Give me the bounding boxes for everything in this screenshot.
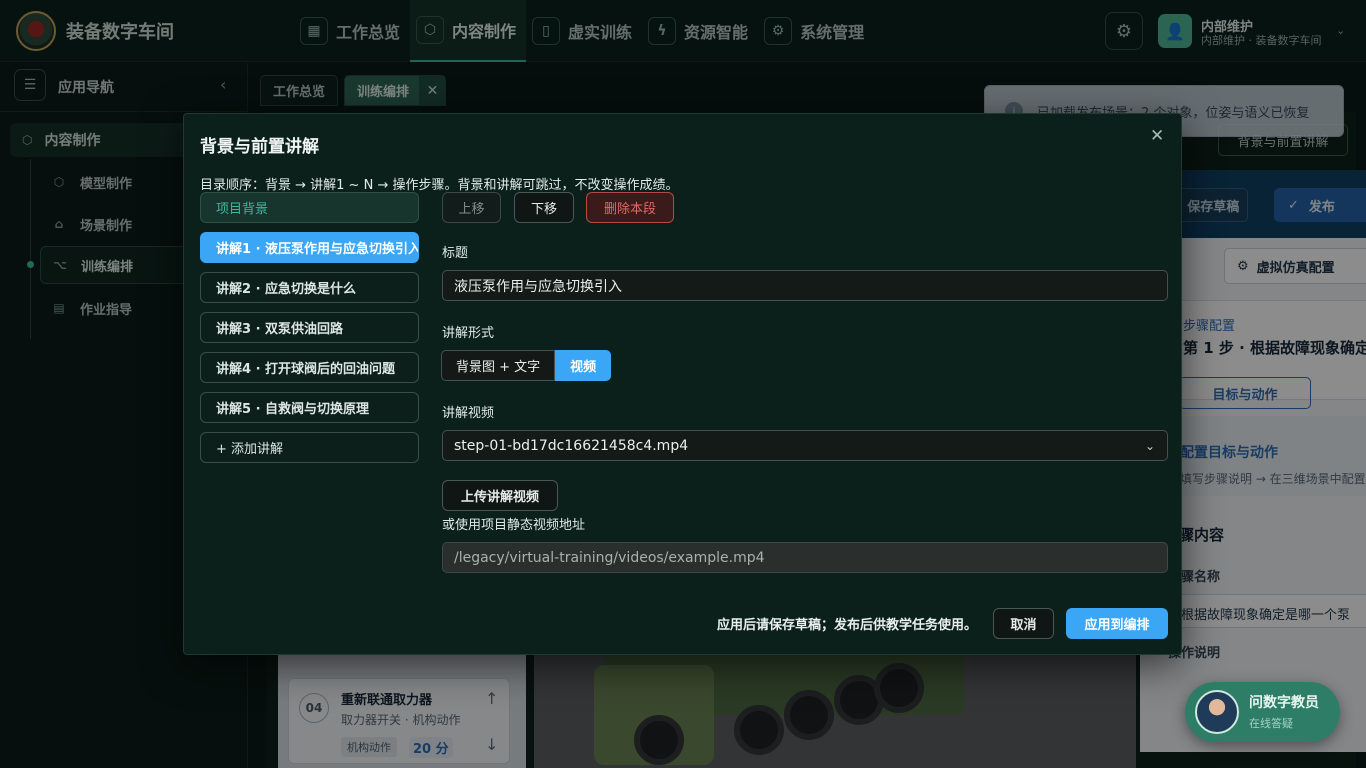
move-up-button[interactable]: 上移 <box>442 192 501 223</box>
close-icon[interactable]: ✕ <box>1150 126 1164 146</box>
dialog-description: 目录顺序：背景 → 讲解1 ~ N → 操作步骤。背景和讲解可跳过，不改变操作成… <box>200 178 679 193</box>
title-label: 标题 <box>442 246 469 261</box>
segment-background[interactable]: 项目背景 <box>200 192 419 223</box>
video-select-value: step-01-bd17dc16621458c4.mp4 <box>454 437 689 454</box>
segment-lecture-5[interactable]: 讲解5 · 自救阀与切换原理 <box>200 392 419 423</box>
static-url-label: 或使用项目静态视频地址 <box>442 518 586 533</box>
segment-label: 讲解4 · 打开球阀后的回油问题 <box>216 362 396 377</box>
segment-lecture-3[interactable]: 讲解3 · 双泵供油回路 <box>200 312 419 343</box>
title-input-value: 液压泵作用与应急切换引入 <box>454 278 622 295</box>
segment-lecture-4[interactable]: 讲解4 · 打开球阀后的回油问题 <box>200 352 419 383</box>
radio-image-text[interactable]: 背景图 + 文字 <box>441 350 556 381</box>
segment-lecture-1[interactable]: 讲解1 · 液压泵作用与应急切换引入 <box>200 232 419 263</box>
video-select[interactable]: step-01-bd17dc16621458c4.mp4 ⌄ <box>442 430 1168 461</box>
segment-label: 项目背景 <box>216 202 269 217</box>
assistant-avatar <box>1195 690 1239 734</box>
chatbot-title: 问数字教员 <box>1249 695 1319 711</box>
upload-video-button[interactable]: 上传讲解视频 <box>442 480 558 511</box>
radio-video[interactable]: 视频 <box>555 350 612 381</box>
cancel-button[interactable]: 取消 <box>993 608 1054 639</box>
segment-label: 讲解5 · 自救阀与切换原理 <box>216 402 370 417</box>
segment-lecture-2[interactable]: 讲解2 · 应急切换是什么 <box>200 272 419 303</box>
static-url-input[interactable]: /legacy/virtual-training/videos/example.… <box>442 542 1168 573</box>
segment-label: 讲解3 · 双泵供油回路 <box>216 322 344 337</box>
chatbot-subtitle: 在线答疑 <box>1249 717 1293 730</box>
chatbot-launcher[interactable]: 问数字教员 在线答疑 <box>1185 682 1340 742</box>
form-radio-group: 背景图 + 文字 视频 <box>441 350 612 381</box>
form-label: 讲解形式 <box>442 326 495 341</box>
delete-segment-button[interactable]: 删除本段 <box>586 192 674 223</box>
intro-dialog: 背景与前置讲解 ✕ 目录顺序：背景 → 讲解1 ~ N → 操作步骤。背景和讲解… <box>183 113 1182 655</box>
chevron-down-icon: ⌄ <box>1144 439 1155 453</box>
title-input[interactable]: 液压泵作用与应急切换引入 <box>442 270 1168 301</box>
apply-button[interactable]: 应用到编排 <box>1066 608 1168 639</box>
static-url-placeholder: /legacy/virtual-training/videos/example.… <box>454 549 765 566</box>
add-lecture-label: + 添加讲解 <box>216 442 284 457</box>
video-label: 讲解视频 <box>442 406 495 421</box>
dialog-title: 背景与前置讲解 <box>200 137 319 157</box>
segment-label: 讲解1 · 液压泵作用与应急切换引入 <box>216 242 419 257</box>
footer-note: 应用后请保存草稿；发布后供教学任务使用。 <box>717 618 978 633</box>
segment-label: 讲解2 · 应急切换是什么 <box>216 282 357 297</box>
move-down-button[interactable]: 下移 <box>514 192 574 223</box>
add-lecture-button[interactable]: + 添加讲解 <box>200 432 419 463</box>
